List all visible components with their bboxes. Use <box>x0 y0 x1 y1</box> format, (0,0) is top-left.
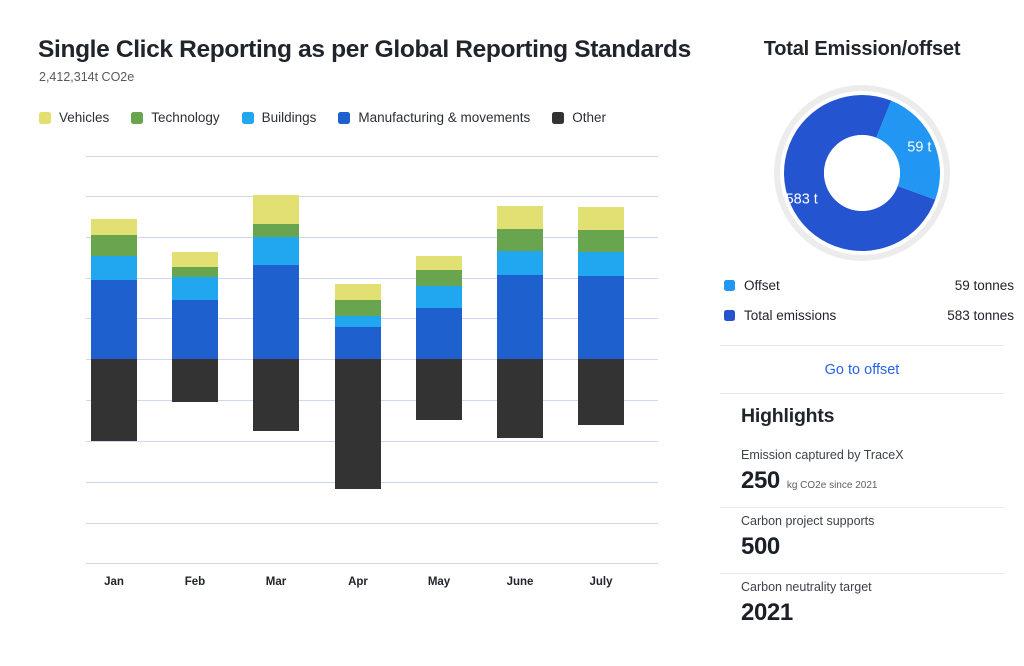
legend-item-label: Vehicles <box>59 110 109 125</box>
legend-row-offset: Offset 59 tonnes <box>724 270 1014 300</box>
legend-swatch-icon <box>131 112 143 124</box>
bar-group-june[interactable] <box>497 156 543 563</box>
divider-highlight-1 <box>720 573 1004 574</box>
legend-item-technology[interactable]: Technology <box>131 110 219 125</box>
bar-segment-manufacturing-movements[interactable] <box>578 276 624 359</box>
bar-group-apr[interactable] <box>335 156 381 563</box>
highlights-title: Highlights <box>741 405 834 428</box>
highlight-item-1: Carbon project supports 500 <box>741 514 1001 561</box>
donut-offset-value-label: 59 t <box>907 139 931 155</box>
chart-legend: Vehicles Technology Buildings Manufacturing… <box>39 110 628 125</box>
bar-segment-manufacturing-movements[interactable] <box>253 265 299 359</box>
donut-chart-svg: 59 t 583 t <box>774 85 950 261</box>
legend-item-other[interactable]: Other <box>552 110 606 125</box>
bar-segment-manufacturing-movements[interactable] <box>416 308 462 359</box>
legend-swatch-icon <box>39 112 51 124</box>
bar-chart-plot <box>86 156 658 563</box>
divider-above-link <box>720 345 1004 346</box>
offset-value: 59 tonnes <box>955 278 1014 293</box>
bar-group-jan[interactable] <box>91 156 137 563</box>
highlight-label: Emission captured by TraceX <box>741 448 1001 462</box>
highlight-value-wrap: 250 kg CO2e since 2021 <box>741 467 1001 495</box>
bar-group-may[interactable] <box>416 156 462 563</box>
donut-hole <box>824 135 900 211</box>
legend-swatch-icon <box>242 112 254 124</box>
x-axis-label-jan: Jan <box>79 576 149 588</box>
highlight-item-2: Carbon neutrality target 2021 <box>741 580 1001 627</box>
legend-item-label: Technology <box>151 110 219 125</box>
donut-chart: 59 t 583 t <box>742 85 982 261</box>
highlight-item-0: Emission captured by TraceX 250 kg CO2e … <box>741 448 1001 495</box>
x-axis-label-apr: Apr <box>323 576 393 588</box>
x-axis-label-may: May <box>404 576 474 588</box>
bar-segment-manufacturing-movements[interactable] <box>91 280 137 359</box>
bar-group-july[interactable] <box>578 156 624 563</box>
donut-emissions-value-label: 583 t <box>786 192 818 208</box>
donut-chart-title: Total Emission/offset <box>700 38 1024 61</box>
total-emissions-value: 583 tonnes <box>947 308 1014 323</box>
legend-item-buildings[interactable]: Buildings <box>242 110 317 125</box>
legend-item-manufacturing-movements[interactable]: Manufacturing & movements <box>338 110 530 125</box>
legend-swatch-icon <box>552 112 564 124</box>
highlight-value: 500 <box>741 533 780 561</box>
bar-segment-manufacturing-movements[interactable] <box>497 275 543 359</box>
go-to-offset-link[interactable]: Go to offset <box>700 362 1024 378</box>
donut-legend: Offset 59 tonnes Total emissions 583 ton… <box>724 270 1014 330</box>
bar-segment-other[interactable] <box>497 359 543 438</box>
total-emissions-color-swatch <box>724 310 735 321</box>
total-emissions-label: Total emissions <box>744 308 836 323</box>
dashboard-page: Single Click Reporting as per Global Rep… <box>0 0 1024 666</box>
bar-segment-manufacturing-movements[interactable] <box>335 327 381 359</box>
highlight-value-wrap: 500 <box>741 533 1001 561</box>
bar-segment-other[interactable] <box>416 359 462 420</box>
legend-item-label: Other <box>572 110 606 125</box>
x-axis-label-mar: Mar <box>241 576 311 588</box>
highlight-value: 2021 <box>741 599 793 627</box>
bar-segment-manufacturing-movements[interactable] <box>172 300 218 359</box>
emissions-chart-panel: Single Click Reporting as per Global Rep… <box>0 0 700 666</box>
legend-item-vehicles[interactable]: Vehicles <box>39 110 109 125</box>
highlight-label: Carbon neutrality target <box>741 580 1001 594</box>
summary-panel: Total Emission/offset 59 t 583 t Offset … <box>700 0 1024 666</box>
offset-color-swatch <box>724 280 735 291</box>
highlight-value: 250 <box>741 467 780 495</box>
bar-segment-other[interactable] <box>253 359 299 431</box>
legend-item-label: Buildings <box>262 110 317 125</box>
x-axis-label-feb: Feb <box>160 576 230 588</box>
gridline <box>86 563 658 564</box>
chart-subtitle: 2,412,314t CO2e <box>39 70 134 84</box>
highlight-unit: kg CO2e since 2021 <box>787 480 878 491</box>
bar-group-mar[interactable] <box>253 156 299 563</box>
divider-highlight-0 <box>720 507 1004 508</box>
x-axis-label-july: July <box>566 576 636 588</box>
bar-segment-other[interactable] <box>91 359 137 441</box>
legend-swatch-icon <box>338 112 350 124</box>
page-title: Single Click Reporting as per Global Rep… <box>38 36 691 64</box>
highlight-value-wrap: 2021 <box>741 599 1001 627</box>
divider-below-link <box>720 393 1004 394</box>
x-axis-label-june: June <box>485 576 555 588</box>
legend-item-label: Manufacturing & movements <box>358 110 530 125</box>
legend-row-total-emissions: Total emissions 583 tonnes <box>724 300 1014 330</box>
bar-segment-other[interactable] <box>335 359 381 489</box>
bar-segment-other[interactable] <box>172 359 218 402</box>
bar-group-feb[interactable] <box>172 156 218 563</box>
offset-label: Offset <box>744 278 780 293</box>
highlight-label: Carbon project supports <box>741 514 1001 528</box>
bar-segment-other[interactable] <box>578 359 624 425</box>
